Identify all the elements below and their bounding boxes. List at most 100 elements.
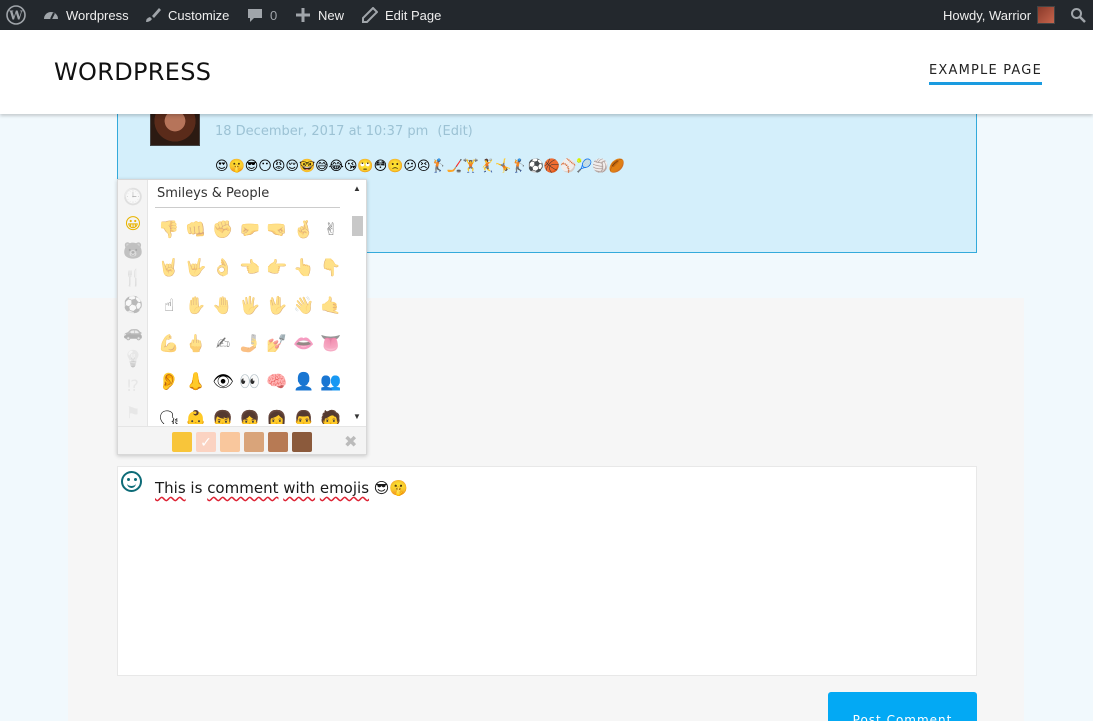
emoji-cell[interactable]: 💅 <box>265 332 289 356</box>
emoji-cell[interactable]: 👩 <box>265 408 289 424</box>
text-word: This <box>155 479 186 497</box>
comment-meta: 18 December, 2017 at 10:37 pm (Edit) <box>215 124 473 139</box>
new-content-link[interactable]: New <box>294 0 344 30</box>
clock-icon[interactable]: 🕒 <box>122 186 144 208</box>
emoji-cell[interactable]: 👌 <box>211 256 235 280</box>
wordpress-logo-button[interactable]: W <box>6 0 26 30</box>
divider <box>155 207 340 208</box>
text-word: emojis <box>319 479 370 497</box>
svg-text:W: W <box>8 9 23 23</box>
emoji-category-bar: 🕒 😀 🐻 🍴 ⚽ 🚗 💡 ⁉ ⚑ <box>118 180 148 426</box>
emoji-cell[interactable]: 👃 <box>184 370 208 394</box>
user-avatar <box>1037 6 1056 24</box>
skin-tone-swatch[interactable] <box>244 432 264 452</box>
emoji-cell[interactable]: 👈 <box>238 256 262 280</box>
emoji-cell[interactable]: 🤛 <box>238 218 262 242</box>
emoji-cell[interactable]: 🤳 <box>238 332 262 356</box>
skin-tone-swatch[interactable]: ✓ <box>196 432 216 452</box>
emoji-cell[interactable]: 🗣 <box>157 408 181 424</box>
emoji-cell[interactable]: 🤙 <box>319 294 342 318</box>
emoji-cell[interactable]: 🧠 <box>265 370 289 394</box>
search-icon <box>1071 8 1086 23</box>
post-comment-button[interactable]: Post Comment <box>828 692 977 721</box>
nav-example-page[interactable]: EXAMPLE PAGE <box>928 63 1042 85</box>
comment-body: 😍🤫😎😶😡😌🤓😅😂😘🙄😳🙁😕😣🏌🏒🏋🤾🤸🏌⚽🏀⚾🎾🏐🏉 <box>215 158 625 173</box>
emoji-cell[interactable]: 👀 <box>238 370 262 394</box>
comments-link[interactable]: 0 <box>246 0 277 30</box>
dashboard-gauge-icon <box>42 6 60 24</box>
comment-input-text: This is comment with emojis 😎🤫 <box>155 479 408 497</box>
comment-edit-link[interactable]: (Edit) <box>437 124 472 139</box>
emoji-cell[interactable]: ✍ <box>211 332 235 356</box>
edit-page-link[interactable]: Edit Page <box>361 0 441 30</box>
paintbrush-icon <box>144 6 162 24</box>
emoji-cell[interactable]: 🤟 <box>184 256 208 280</box>
skin-tone-swatch[interactable] <box>292 432 312 452</box>
comment-date[interactable]: 18 December, 2017 at 10:37 pm <box>215 124 428 139</box>
emoji-cell[interactable]: 👧 <box>238 408 262 424</box>
emoji-cell[interactable]: 👦 <box>211 408 235 424</box>
emoji-cell[interactable]: ☝ <box>157 294 181 318</box>
emoji-cell[interactable]: 🤞 <box>292 218 316 242</box>
emoji-cell[interactable]: 👶 <box>184 408 208 424</box>
emoji-cell[interactable]: 👤 <box>292 370 316 394</box>
plus-icon <box>294 6 312 24</box>
symbols-icon[interactable]: ⁉ <box>122 375 144 397</box>
emoji-cell[interactable]: 🖖 <box>265 294 289 318</box>
smiley-icon[interactable]: 😀 <box>122 213 144 235</box>
emoji-cell[interactable]: 🧑 <box>319 408 342 424</box>
scroll-up-arrow-icon[interactable]: ▲ <box>352 184 362 194</box>
skin-tone-swatch[interactable] <box>268 432 288 452</box>
bear-icon[interactable]: 🐻 <box>122 240 144 262</box>
flag-icon[interactable]: ⚑ <box>122 402 144 424</box>
skin-tone-swatch[interactable] <box>220 432 240 452</box>
emoji-cell[interactable]: 👥 <box>319 370 342 394</box>
comment-textarea[interactable] <box>117 466 977 676</box>
pencil-icon <box>361 6 379 24</box>
emoji-cell[interactable]: 👅 <box>319 332 342 356</box>
emoji-cell[interactable]: ✌ <box>319 218 342 242</box>
scroll-thumb[interactable] <box>352 216 363 236</box>
customize-link[interactable]: Customize <box>144 0 229 30</box>
new-label: New <box>318 7 345 23</box>
search-button[interactable] <box>1070 0 1086 30</box>
site-title[interactable]: WORDPRESS <box>54 58 211 86</box>
emoji-cell[interactable]: 👉 <box>265 256 289 280</box>
car-icon[interactable]: 🚗 <box>122 321 144 343</box>
emoji-cell[interactable]: 👨 <box>292 408 316 424</box>
fork-knife-icon[interactable]: 🍴 <box>122 267 144 289</box>
emoji-cell[interactable]: 👊 <box>184 218 208 242</box>
emoji-cell[interactable]: ✊ <box>211 218 235 242</box>
emoji-cell[interactable]: 👋 <box>292 294 316 318</box>
emoji-cell[interactable]: 👄 <box>292 332 316 356</box>
emoji-picker-toggle-icon[interactable] <box>121 471 142 492</box>
emoji-category-heading: Smileys & People <box>157 186 270 201</box>
emoji-cell[interactable]: 🖕 <box>184 332 208 356</box>
account-menu[interactable]: Howdy, Warrior <box>943 0 1056 30</box>
emoji-cell[interactable]: 🖐 <box>238 294 262 318</box>
emoji-cell[interactable]: 🤘 <box>157 256 181 280</box>
skin-tone-bar: ✖ ✓ <box>118 426 366 454</box>
soccer-ball-icon[interactable]: ⚽ <box>122 294 144 316</box>
emoji-cell[interactable]: 👎 <box>157 218 181 242</box>
site-name-link[interactable]: Wordpress <box>42 0 129 30</box>
emoji-cell[interactable]: 👂 <box>157 370 181 394</box>
emoji-cell[interactable]: 🤜 <box>265 218 289 242</box>
skin-tone-swatch[interactable] <box>172 432 192 452</box>
emoji-cell[interactable]: 👆 <box>292 256 316 280</box>
site-header: WORDPRESS EXAMPLE PAGE <box>0 30 1093 114</box>
emoji-cell[interactable]: 👁 <box>211 370 235 394</box>
emoji-cell[interactable]: 🤚 <box>211 294 235 318</box>
emoji-cell[interactable]: 💪 <box>157 332 181 356</box>
lightbulb-icon[interactable]: 💡 <box>122 348 144 370</box>
emoji-scrollbar[interactable]: ▲ ▼ <box>350 184 364 426</box>
edit-page-label: Edit Page <box>385 7 442 23</box>
emoji-cell[interactable]: 👇 <box>319 256 342 280</box>
scroll-down-arrow-icon[interactable]: ▼ <box>352 412 362 422</box>
close-icon[interactable]: ✖ <box>344 432 357 452</box>
comment-bubble-icon <box>246 6 264 24</box>
emoji-cell[interactable]: ✋ <box>184 294 208 318</box>
site-name-label: Wordpress <box>66 7 129 23</box>
text-word: is <box>185 479 208 497</box>
emoji-grid: 👎 👊 ✊ 🤛 🤜 🤞 ✌ 🤘 🤟 👌 👈 👉 👆 👇 ☝ ✋ 🤚 🖐 🖖 👋 🤙 💪 🖕 ✍ 🤳 💅 👄 👅 👂 👃 👁 👀 🧠 👤 👥 🗣 👶 👦 👧 👩… <box>157 218 342 424</box>
